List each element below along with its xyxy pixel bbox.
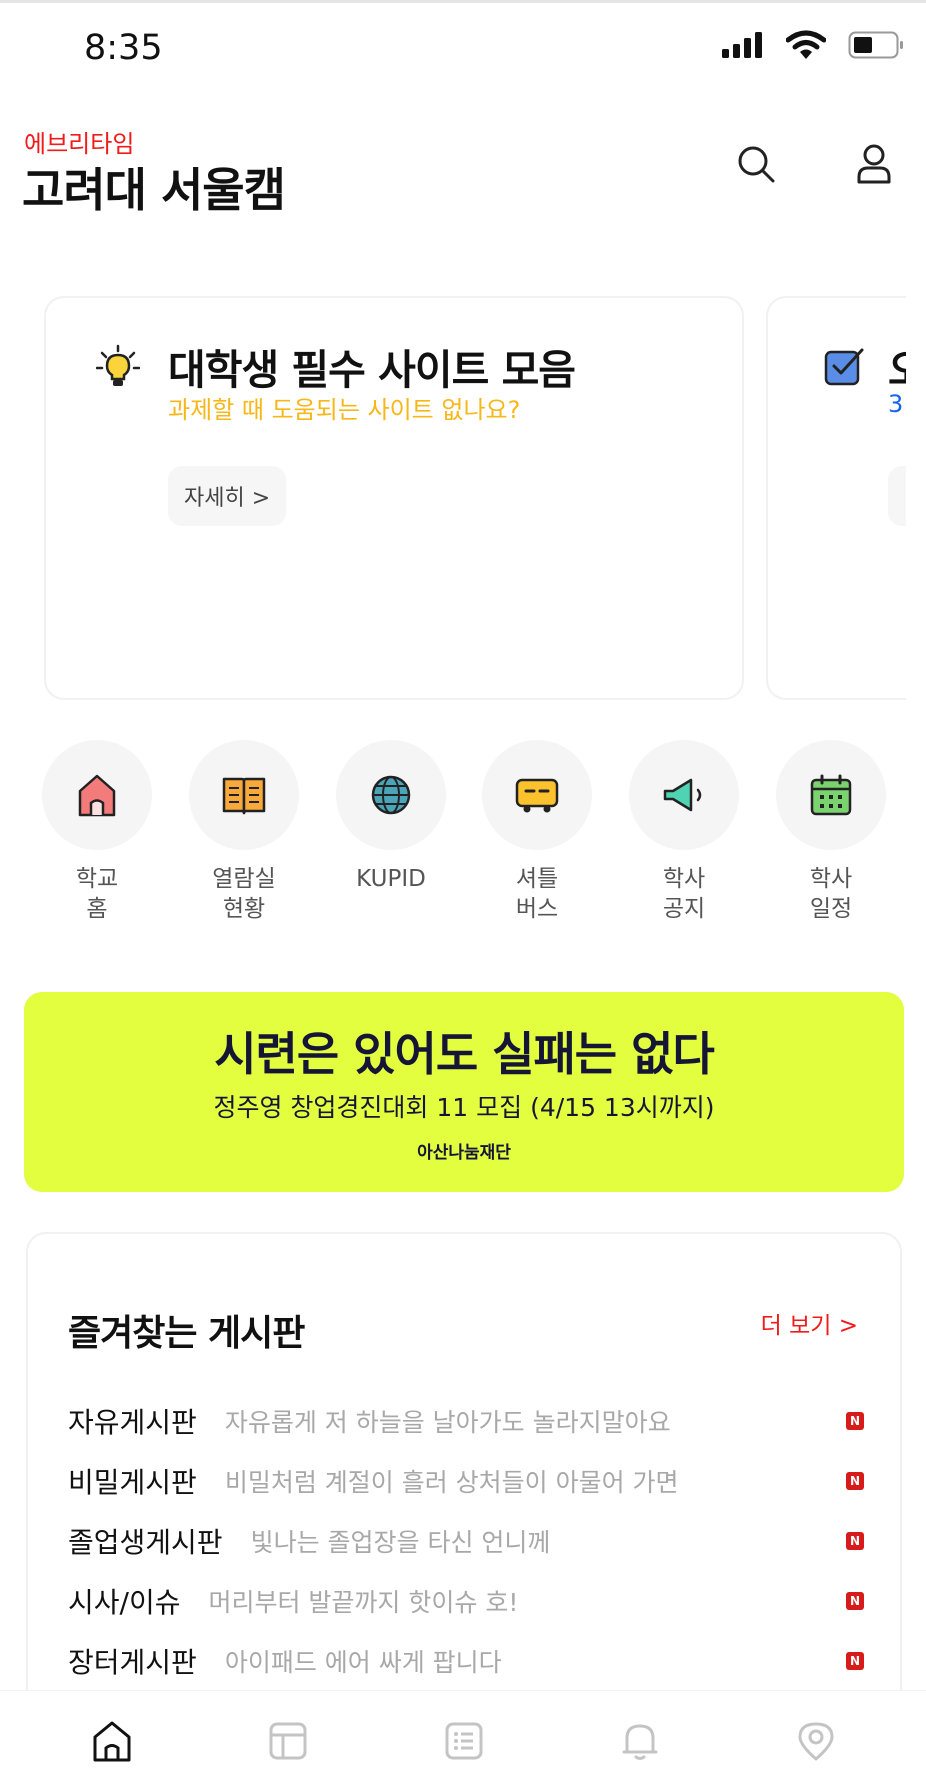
signal-icon	[722, 32, 762, 58]
profile-button[interactable]	[844, 134, 904, 194]
status-bar: 8:35	[0, 0, 926, 100]
board-row-graduate[interactable]: 졸업생게시판 빛나는 졸업장을 타신 언니께 N	[68, 1516, 868, 1566]
shortcut-academic-notice[interactable]: 학사 공지	[629, 740, 739, 930]
banner-title: 시련은 있어도 실패는 없다	[214, 1027, 715, 1081]
bus-icon	[515, 778, 559, 813]
board-name: 시사/이슈	[68, 1586, 181, 1619]
campus-pin-icon	[798, 1722, 834, 1761]
user-icon	[857, 144, 891, 184]
new-badge: N	[846, 1532, 864, 1550]
status-time: 8:35	[84, 28, 163, 68]
search-button[interactable]	[726, 134, 786, 194]
checkbox-icon	[824, 348, 864, 386]
shortcut-label: 학교 홈	[75, 866, 119, 922]
battery-icon	[848, 31, 903, 59]
boards-title: 즐겨찾는 게시판	[68, 1313, 305, 1354]
shortcut-label: 셔틀 버스	[515, 866, 559, 922]
board-row-issues[interactable]: 시사/이슈 머리부터 발끝까지 핫이슈 호! N	[68, 1576, 868, 1626]
shortcut-shuttle-bus[interactable]: 셔틀 버스	[482, 740, 592, 930]
card-essential-sites[interactable]: 대학생 필수 사이트 모음 과제할 때 도움되는 사이트 없나요? 자세히 >	[44, 296, 744, 700]
shortcut-reading-room[interactable]: 열람실 현황	[189, 740, 299, 930]
board-name: 비밀게시판	[68, 1466, 197, 1499]
shortcut-label: 학사 일정	[809, 866, 853, 922]
book-icon	[222, 777, 266, 815]
tab-notifications[interactable]	[616, 1717, 664, 1765]
board-preview: 머리부터 발끝까지 핫이슈 호!	[208, 1588, 519, 1617]
card-subtitle: 과제할 때 도움되는 사이트 없나요?	[168, 396, 521, 424]
card-title: 대학생 필수 사이트 모음	[168, 346, 576, 394]
list-icon	[445, 1722, 483, 1760]
board-preview: 아이패드 에어 싸게 팝니다	[224, 1648, 502, 1677]
school-name[interactable]: 고려대 서울캠	[22, 154, 286, 220]
card-subtitle-next: 3	[888, 390, 904, 418]
board-row-secret[interactable]: 비밀게시판 비밀처럼 계절이 흘러 상처들이 아물어 가면 N	[68, 1456, 868, 1506]
new-badge: N	[846, 1472, 864, 1490]
board-preview: 비밀처럼 계절이 흘러 상처들이 아물어 가면	[224, 1468, 679, 1497]
card-next[interactable]: 오 3	[766, 296, 906, 700]
more-button[interactable]: 더 보기 >	[761, 1306, 858, 1340]
lightbulb-icon	[96, 344, 140, 386]
shortcut-label: KUPID	[356, 866, 426, 892]
card-title-next: 오	[888, 336, 906, 396]
header: 에브리타임 고려대 서울캠	[0, 110, 926, 220]
new-badge: N	[846, 1412, 864, 1430]
shortcut-academic-calendar[interactable]: 학사 일정	[776, 740, 886, 930]
board-name: 졸업생게시판	[68, 1526, 223, 1559]
shortcut-school-home[interactable]: 학교 홈	[42, 740, 152, 930]
tab-home[interactable]	[88, 1717, 136, 1765]
globe-icon	[371, 775, 411, 815]
megaphone-icon	[663, 778, 702, 812]
tab-campus[interactable]	[792, 1717, 840, 1765]
tab-timetable[interactable]	[264, 1717, 312, 1765]
house-icon	[78, 774, 116, 817]
tab-board-list[interactable]	[440, 1717, 488, 1765]
shortcut-kupid[interactable]: KUPID	[336, 740, 446, 930]
shortcut-label: 열람실 현황	[212, 866, 276, 922]
board-name: 자유게시판	[68, 1406, 197, 1439]
board-name: 장터게시판	[68, 1646, 197, 1679]
calendar-icon	[810, 774, 852, 816]
bottom-tab-bar	[0, 1690, 926, 1786]
bell-icon	[622, 1724, 658, 1760]
card-detail-button-next[interactable]	[888, 466, 906, 526]
board-row-market[interactable]: 장터게시판 아이패드 에어 싸게 팝니다 N	[68, 1636, 868, 1686]
new-badge: N	[846, 1592, 864, 1610]
favorite-boards-card: 즐겨찾는 게시판 더 보기 > 자유게시판 자유롭게 저 하늘을 날아가도 놀라…	[26, 1232, 902, 1752]
board-preview: 빛나는 졸업장을 타신 언니께	[250, 1528, 551, 1557]
status-icons	[722, 30, 904, 60]
banner-sponsor: 아산나눔재단	[417, 1143, 511, 1163]
shortcut-row: 학교 홈 열람실 현황 KUPID 셔틀 버스 학사 공지 학사 일정	[0, 740, 926, 930]
board-row-free[interactable]: 자유게시판 자유롭게 저 하늘을 날아가도 놀라지말아요 N	[68, 1396, 868, 1446]
board-preview: 자유롭게 저 하늘을 날아가도 놀라지말아요	[224, 1408, 671, 1437]
banner-subtitle: 정주영 창업경진대회 11 모집 (4/15 13시까지)	[213, 1093, 715, 1122]
card-carousel[interactable]: 대학생 필수 사이트 모음 과제할 때 도움되는 사이트 없나요? 자세히 > …	[0, 296, 906, 702]
search-icon	[738, 146, 775, 183]
shortcut-label: 학사 공지	[662, 866, 706, 922]
card-detail-button[interactable]: 자세히 >	[168, 466, 287, 526]
timetable-icon	[269, 1722, 307, 1760]
wifi-icon	[786, 30, 826, 59]
home-icon	[93, 1721, 131, 1762]
new-badge: N	[846, 1652, 864, 1670]
ad-banner[interactable]: 시련은 있어도 실패는 없다 정주영 창업경진대회 11 모집 (4/15 13…	[24, 992, 904, 1192]
